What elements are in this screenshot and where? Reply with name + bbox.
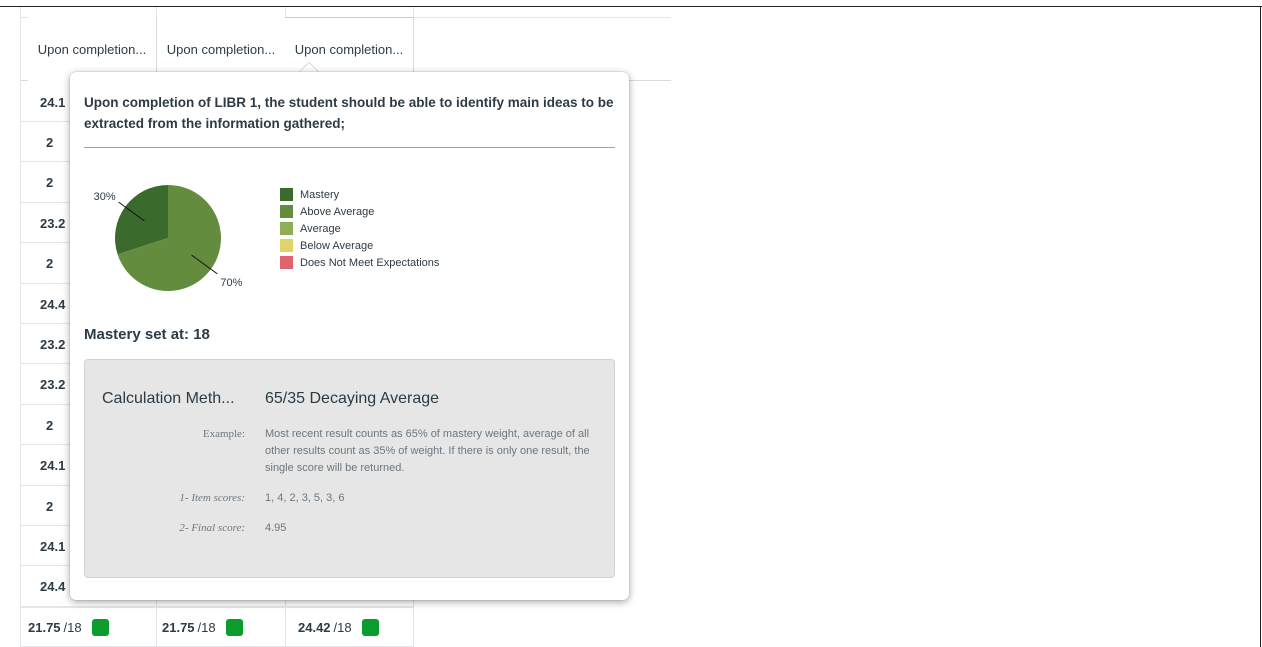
score-cell-partial[interactable]: 2 <box>46 122 53 162</box>
legend-item: Above Average <box>280 203 439 220</box>
score-cell-partial[interactable]: 2 <box>46 405 53 445</box>
legend-item: Mastery <box>280 186 439 203</box>
score-cell-partial[interactable]: 23.2 <box>40 324 65 364</box>
calculation-method-panel: Calculation Meth... 65/35 Decaying Avera… <box>84 359 615 578</box>
score-cell-partial[interactable]: 23.2 <box>40 203 65 243</box>
score-value: 24.42 <box>298 619 331 635</box>
legend-item: Average <box>280 220 439 237</box>
item-scores-label: 1- Item scores: <box>179 492 245 504</box>
score-cell-partial[interactable]: 2 <box>46 486 53 526</box>
pie-slice-label: 70% <box>220 277 242 289</box>
score-cell-partial[interactable]: 24.4 <box>40 284 65 324</box>
score-cell-partial[interactable]: 2 <box>46 163 53 203</box>
score-cell-partial[interactable]: 24.4 <box>40 567 65 607</box>
frame-top-border <box>0 6 1262 7</box>
chart-legend: Mastery Above Average Average Below Average… <box>280 186 439 271</box>
final-score-value: 4.95 <box>265 522 287 534</box>
example-label: Example: <box>202 428 245 440</box>
legend-swatch <box>280 188 293 201</box>
item-scores-value: 1, 4, 2, 3, 5, 3, 6 <box>265 492 345 504</box>
pie-slice-label: 30% <box>94 191 116 203</box>
score-cell-partial[interactable]: 24.1 <box>40 82 65 122</box>
legend-swatch <box>280 256 293 269</box>
score-cell-partial[interactable]: 24.1 <box>40 446 65 486</box>
calculation-method-label: Calculation Meth... <box>102 390 235 407</box>
score-cell-partial[interactable]: 23.2 <box>40 365 65 405</box>
calculation-method-value: 65/35 Decaying Average <box>265 390 440 407</box>
legend-label: Below Average <box>300 239 374 252</box>
score-cell[interactable]: 21.75 /18 <box>28 607 156 647</box>
score-suffix: /18 <box>333 619 352 635</box>
mastery-badge-icon <box>361 618 379 636</box>
mastery-badge-icon <box>91 618 109 636</box>
legend-label: Mastery <box>300 188 340 201</box>
legend-item: Does Not Meet Expectations <box>280 254 439 271</box>
frame-right-border <box>1260 6 1261 647</box>
final-score-label: 2- Final score: <box>179 522 245 534</box>
legend-label: Above Average <box>300 205 375 218</box>
score-cell-partial[interactable]: 2 <box>46 244 53 284</box>
legend-swatch <box>280 239 293 252</box>
mastery-threshold: Mastery set at: 18 <box>84 326 210 343</box>
score-cell[interactable]: 21.75 /18 <box>162 607 290 647</box>
score-suffix: /18 <box>63 619 82 635</box>
score-value: 21.75 <box>28 619 61 635</box>
legend-label: Does Not Meet Expectations <box>300 256 440 269</box>
score-cell[interactable]: 24.42 /18 <box>298 607 426 647</box>
score-cell-partial[interactable]: 24.1 <box>40 526 65 566</box>
legend-swatch <box>280 205 293 218</box>
legend-swatch <box>280 222 293 235</box>
mastery-badge-icon <box>225 618 243 636</box>
outcome-details-popover: Upon completion of LIBR 1, the student s… <box>70 72 629 600</box>
score-suffix: /18 <box>197 619 216 635</box>
legend-label: Average <box>300 222 341 235</box>
score-value: 21.75 <box>162 619 195 635</box>
legend-item: Below Average <box>280 237 439 254</box>
example-text: Most recent result counts as 65% of mast… <box>265 428 590 474</box>
